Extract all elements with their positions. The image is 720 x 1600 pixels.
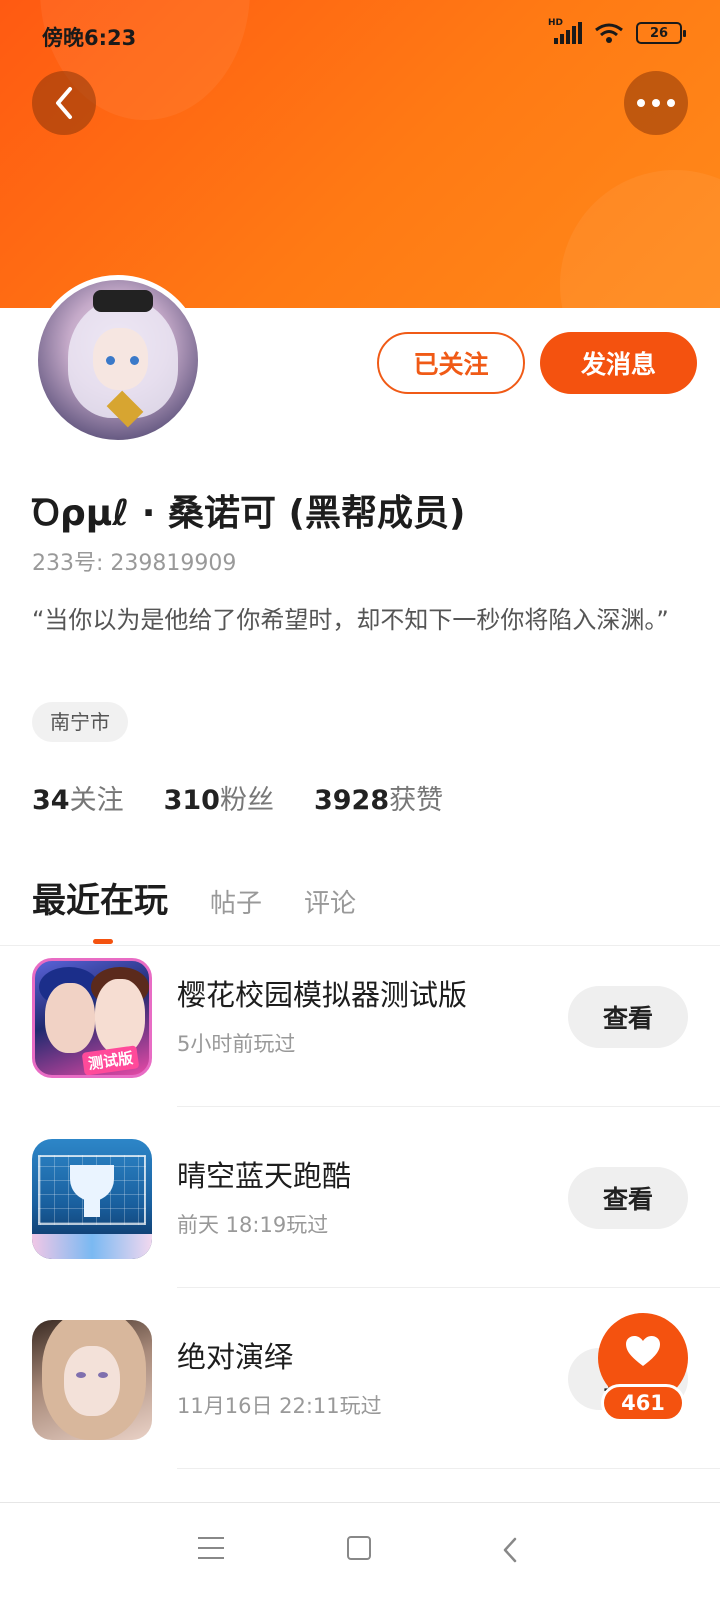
game-title: 樱花校园模拟器测试版 — [177, 978, 468, 1012]
signal-icon: HD — [548, 18, 582, 44]
game-icon — [32, 1139, 152, 1259]
divider — [177, 1287, 720, 1288]
status-bar: 傍晚6:23 HD 26 — [0, 18, 720, 50]
list-item[interactable]: 晴空蓝天跑酷 前天 18:19玩过 查看 — [0, 1139, 720, 1324]
tab-posts[interactable]: 帖子 — [210, 883, 262, 920]
location-tag: 南宁市 — [32, 702, 128, 742]
user-bio: “当你以为是他给了你希望时，却不知下一秒你将陷入深渊。” — [32, 606, 669, 634]
active-tab-indicator — [93, 939, 113, 944]
chevron-left-icon — [56, 87, 72, 119]
home-square-icon[interactable] — [347, 1536, 371, 1560]
wifi-icon — [595, 23, 623, 43]
avatar[interactable] — [33, 275, 203, 445]
game-icon: 测试版 — [32, 958, 152, 1078]
stat-likes: 3928获赞 — [313, 785, 444, 816]
game-last-played: 5小时前玩过 — [177, 1032, 296, 1056]
tab-comments[interactable]: 评论 — [304, 883, 356, 920]
list-item[interactable]: 测试版 樱花校园模拟器测试版 5小时前玩过 查看 — [0, 958, 720, 1143]
stat-followers[interactable]: 310粉丝 — [164, 778, 274, 817]
banner-decoration — [560, 170, 720, 308]
game-title: 晴空蓝天跑酷 — [177, 1159, 352, 1193]
status-time: 傍晚6:23 — [42, 26, 137, 50]
stat-following[interactable]: 34关注 — [32, 778, 124, 817]
username: Ꝺρµℓ · 桑诺可 (黑帮成员) — [32, 493, 466, 534]
more-dots-icon — [637, 99, 675, 107]
game-last-played: 11月16日 22:11玩过 — [177, 1394, 382, 1418]
game-last-played: 前天 18:19玩过 — [177, 1213, 329, 1237]
followed-button[interactable]: 已关注 — [377, 332, 525, 394]
profile-stats: 34关注 310粉丝 3928获赞 — [32, 778, 443, 817]
profile-tabs: 最近在玩 帖子 评论 — [32, 873, 398, 922]
user-id: 233号: 239819909 — [32, 551, 237, 576]
system-navbar — [0, 1502, 720, 1600]
more-button[interactable] — [624, 71, 688, 135]
send-message-button[interactable]: 发消息 — [540, 332, 697, 394]
divider — [177, 1468, 720, 1469]
heart-icon — [626, 1336, 660, 1366]
like-count-badge: 461 — [601, 1384, 685, 1422]
battery-icon: 26 — [636, 22, 686, 44]
view-button[interactable]: 查看 — [568, 986, 688, 1048]
menu-icon[interactable] — [198, 1537, 224, 1559]
back-triangle-icon[interactable] — [502, 1537, 518, 1563]
tab-recently-played[interactable]: 最近在玩 — [32, 873, 168, 922]
back-button[interactable] — [32, 71, 96, 135]
view-button[interactable]: 查看 — [568, 1167, 688, 1229]
divider — [177, 1106, 720, 1107]
game-icon — [32, 1320, 152, 1440]
game-title: 绝对演绎 — [177, 1340, 294, 1374]
tab-divider — [0, 945, 720, 946]
